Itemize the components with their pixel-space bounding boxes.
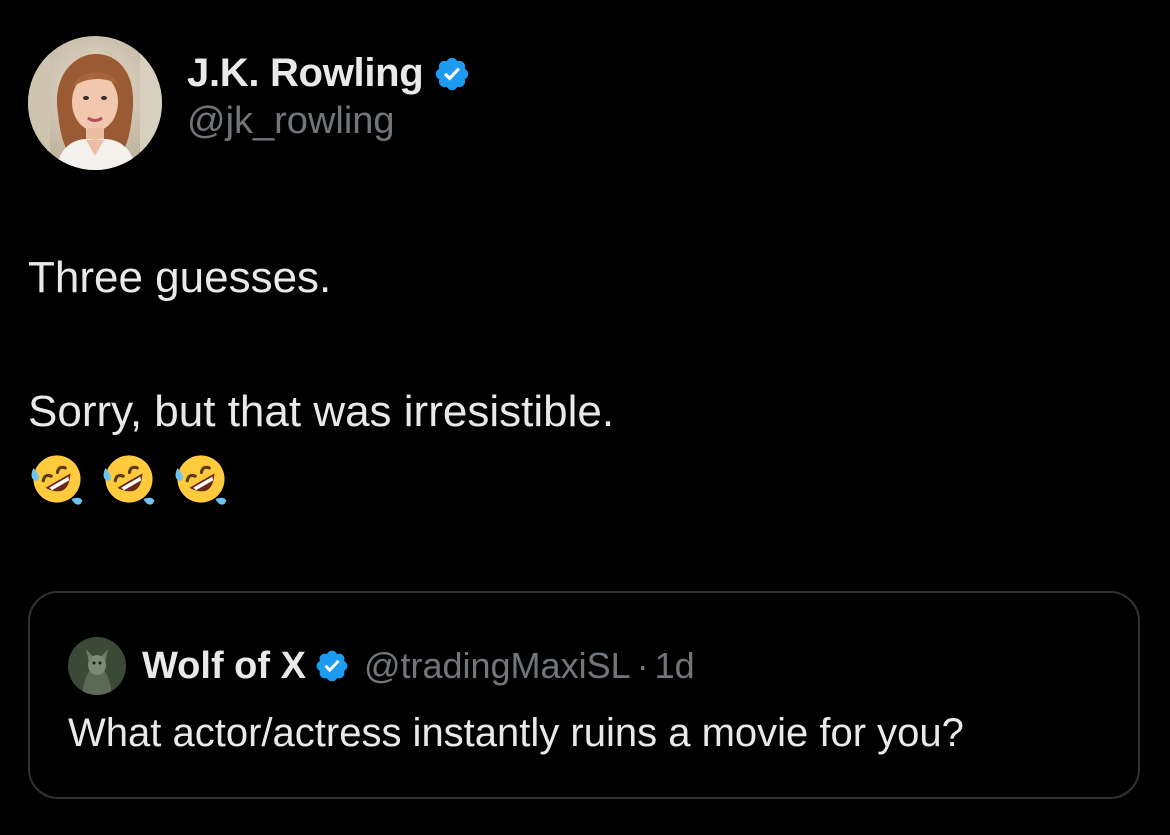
- quoted-tweet-card[interactable]: Wolf of X @tradingMaxiSL · 1d What actor…: [28, 591, 1140, 799]
- quoted-timestamp[interactable]: 1d: [655, 645, 695, 687]
- quoted-author-name[interactable]: Wolf of X: [142, 645, 306, 688]
- verified-badge-icon: [316, 650, 348, 682]
- rolling-on-floor-laughing-icon: [103, 455, 155, 505]
- wolf-avatar-icon: [68, 637, 126, 695]
- rolling-on-floor-laughing-icon: [175, 455, 227, 505]
- tweet-body: Three guesses. Sorry, but that was irres…: [28, 250, 614, 508]
- quoted-tweet-header: Wolf of X @tradingMaxiSL · 1d: [68, 637, 695, 695]
- quoted-avatar[interactable]: [68, 637, 126, 695]
- quoted-author-handle[interactable]: @tradingMaxiSL: [364, 645, 631, 687]
- author-name[interactable]: J.K. Rowling: [187, 51, 424, 96]
- author-identity: J.K. Rowling @jk_rowling: [187, 51, 471, 143]
- rolling-on-floor-laughing-icon: [31, 455, 83, 505]
- author-handle[interactable]: @jk_rowling: [187, 100, 471, 143]
- tweet-header: J.K. Rowling @jk_rowling: [28, 36, 471, 170]
- verified-badge-icon: [436, 57, 469, 90]
- quoted-tweet-text: What actor/actress instantly ruins a mov…: [68, 711, 964, 755]
- profile-photo-icon: [28, 36, 162, 170]
- tweet-text-line: Sorry, but that was irresistible.: [28, 387, 615, 436]
- avatar[interactable]: [28, 36, 162, 170]
- separator-dot: ·: [636, 645, 649, 686]
- tweet-text-line: Three guesses.: [28, 253, 332, 302]
- emoji-row: [28, 450, 614, 508]
- name-row: J.K. Rowling: [187, 51, 471, 96]
